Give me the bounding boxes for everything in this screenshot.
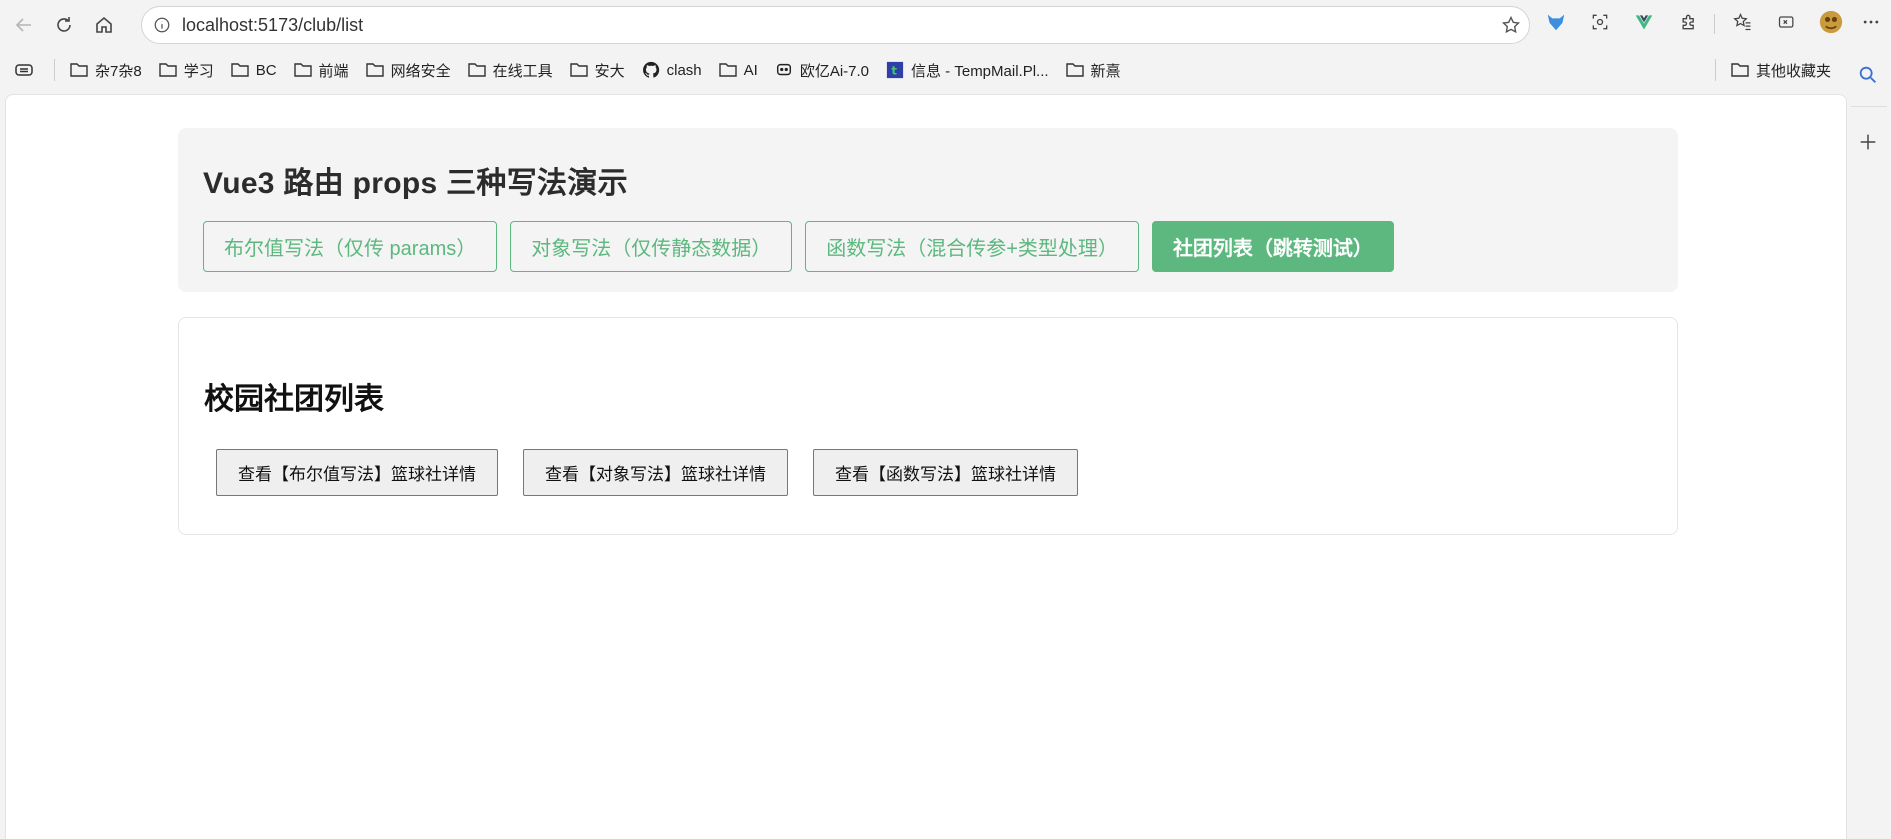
extensions-puzzle-icon[interactable]: [1677, 10, 1701, 34]
page-viewport: Vue3 路由 props 三种写法演示 布尔值写法（仅传 params） 对象…: [5, 94, 1847, 839]
screenshot-icon[interactable]: [1588, 10, 1612, 34]
bookmark-label: 杂7杂8: [95, 62, 142, 80]
browser-toolbar: localhost:5173/club/list: [0, 0, 1891, 50]
bookmark-folder[interactable]: 网络安全: [357, 55, 459, 85]
bookmark-label: 新熹: [1090, 62, 1121, 80]
vue-devtools-icon[interactable]: [1632, 10, 1656, 34]
home-icon: [96, 16, 112, 33]
collections-icon[interactable]: [1775, 10, 1799, 34]
nav-club-list-link[interactable]: 社团列表（跳转测试）: [1151, 221, 1394, 272]
reload-icon: [57, 17, 71, 32]
folder-icon: [569, 63, 588, 77]
profile-avatar-icon[interactable]: [1819, 10, 1843, 34]
bookmarks-bar: 杂7杂8 学习 BC 前端 网络安全 在线工具 安大 clash AI 欧亿Ai…: [0, 52, 1891, 88]
bookmark-label: 安大: [594, 62, 625, 80]
route-nav: 布尔值写法（仅传 params） 对象写法（仅传静态数据） 函数写法（混合传参+…: [203, 221, 1653, 272]
view-boolean-detail-button[interactable]: 查看【布尔值写法】篮球社详情: [216, 449, 498, 496]
arrow-left-icon: [15, 18, 31, 32]
bookmark-folder[interactable]: 新熹: [1057, 55, 1129, 85]
club-detail-buttons: 查看【布尔值写法】篮球社详情 查看【对象写法】篮球社详情 查看【函数写法】篮球社…: [216, 449, 1103, 496]
tab-actions-icon[interactable]: [0, 55, 48, 85]
site-info-icon[interactable]: [152, 15, 172, 35]
github-icon: [642, 61, 659, 78]
bookmark-folder[interactable]: AI: [710, 55, 766, 85]
bookmark-label: 欧亿Ai-7.0: [799, 62, 870, 80]
club-list-title: 校园社团列表: [204, 383, 384, 416]
bookmark-link[interactable]: 欧亿Ai-7.0: [766, 55, 877, 85]
reload-button[interactable]: [44, 5, 84, 45]
folder-icon: [718, 63, 737, 77]
bookmarks-divider: [54, 59, 55, 81]
other-bookmarks-folder[interactable]: 其他收藏夹: [1722, 55, 1839, 85]
bookmark-link[interactable]: t 信息 - TempMail.Pl...: [877, 55, 1057, 85]
bookmark-label: 前端: [318, 62, 349, 80]
bookmarks-divider: [1714, 59, 1716, 81]
folder-icon: [293, 63, 312, 77]
add-icon[interactable]: [1857, 131, 1881, 155]
toolbar-divider: [1714, 14, 1715, 34]
back-button[interactable]: [4, 5, 44, 45]
folder-icon: [231, 63, 249, 77]
url-text[interactable]: localhost:5173/club/list: [182, 15, 363, 36]
folder-icon: [1065, 63, 1084, 77]
bookmark-link[interactable]: clash: [633, 55, 710, 85]
club-list-card: 校园社团列表 查看【布尔值写法】篮球社详情 查看【对象写法】篮球社详情 查看【函…: [178, 317, 1678, 535]
nav-function-props-link[interactable]: 函数写法（混合传参+类型处理）: [805, 221, 1139, 272]
folder-icon: [70, 63, 88, 77]
favorite-star-icon[interactable]: [1501, 15, 1521, 35]
bookmark-folder[interactable]: BC: [222, 55, 285, 85]
bookmark-folder[interactable]: 在线工具: [459, 55, 561, 85]
side-panel-divider: [1851, 106, 1887, 107]
bookmark-label: AI: [743, 61, 758, 79]
folder-icon: [1731, 63, 1749, 77]
view-object-detail-button[interactable]: 查看【对象写法】篮球社详情: [523, 449, 788, 496]
favorites-icon[interactable]: [1731, 10, 1755, 34]
bookmark-label: clash: [666, 61, 702, 79]
folder-icon: [365, 63, 384, 77]
browser-side-panel: [1847, 52, 1891, 839]
address-bar[interactable]: localhost:5173/club/list: [141, 6, 1530, 44]
search-icon[interactable]: [1857, 64, 1881, 88]
svg-text:t: t: [891, 64, 897, 78]
bookmark-label: 网络安全: [390, 62, 451, 80]
bookmark-folder[interactable]: 学习: [150, 55, 222, 85]
bookmark-label: BC: [255, 61, 277, 79]
bookmark-label: 学习: [183, 62, 214, 80]
nav-card: Vue3 路由 props 三种写法演示 布尔值写法（仅传 params） 对象…: [178, 128, 1678, 292]
bookmark-label: 在线工具: [492, 62, 553, 80]
more-menu-icon[interactable]: [1859, 10, 1883, 34]
view-function-detail-button[interactable]: 查看【函数写法】篮球社详情: [813, 449, 1078, 496]
bookmark-folder[interactable]: 安大: [561, 55, 633, 85]
folder-icon: [158, 63, 177, 77]
nav-object-props-link[interactable]: 对象写法（仅传静态数据）: [510, 221, 793, 272]
home-button[interactable]: [84, 5, 124, 45]
fox-extension-icon[interactable]: [1544, 10, 1568, 34]
bookmark-label: 信息 - TempMail.Pl...: [911, 62, 1049, 80]
tempmail-icon: t: [886, 61, 904, 79]
page-title: Vue3 路由 props 三种写法演示: [203, 167, 628, 200]
chat-bot-icon: [776, 63, 791, 76]
bookmark-label: 其他收藏夹: [1755, 62, 1831, 80]
nav-boolean-props-link[interactable]: 布尔值写法（仅传 params）: [203, 221, 498, 272]
folder-icon: [467, 63, 486, 77]
bookmark-folder[interactable]: 杂7杂8: [61, 55, 150, 85]
bookmark-folder[interactable]: 前端: [285, 55, 357, 85]
